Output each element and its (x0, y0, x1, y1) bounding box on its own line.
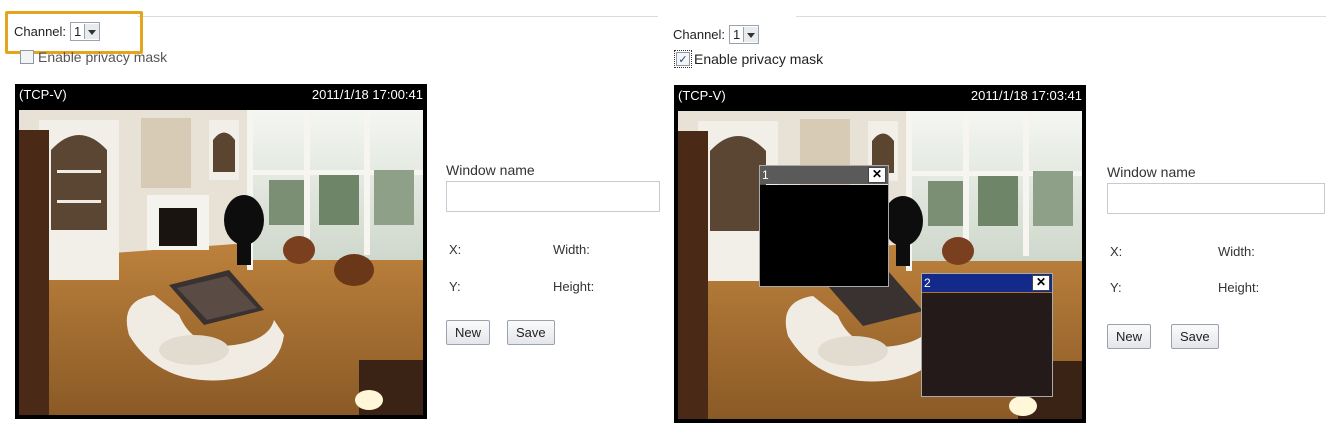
mask-number: 2 (924, 276, 931, 290)
mask-titlebar[interactable]: 2 ✕ (922, 274, 1052, 292)
mask-area[interactable] (760, 185, 888, 286)
stream-label: (TCP-V) (19, 86, 67, 102)
living-room-image (19, 110, 423, 415)
checkmark-icon: ✓ (678, 53, 688, 66)
y-label: Y: (449, 279, 461, 294)
privacy-mask-row: Enable privacy mask (20, 49, 167, 65)
save-button[interactable]: Save (1171, 324, 1219, 349)
camera-image (19, 110, 423, 415)
channel-row: Channel: 1 (14, 22, 101, 41)
privacy-mask-checkbox[interactable] (20, 50, 34, 64)
privacy-mask-window-1[interactable]: 1 ✕ (759, 165, 889, 287)
channel-value: 1 (733, 27, 741, 42)
window-name-input[interactable] (446, 181, 660, 212)
divider-line (796, 16, 1326, 17)
close-icon[interactable]: ✕ (868, 167, 886, 183)
privacy-mask-row: ✓ Enable privacy mask (674, 50, 824, 68)
new-button[interactable]: New (1107, 324, 1152, 349)
height-label: Height: (553, 279, 595, 294)
video-view[interactable]: (TCP-V) 2011/1/18 17:00:41 (15, 84, 427, 419)
privacy-mask-panel-before: Channel: 1 Enable privacy mask (TCP-V) 2… (0, 0, 662, 429)
mask-titlebar[interactable]: 1 ✕ (760, 166, 888, 184)
height-label: Height: (1218, 280, 1260, 295)
x-label: X: (449, 242, 462, 257)
width-label: Width: (1218, 244, 1255, 259)
channel-row: Channel: 1 (673, 25, 760, 44)
window-name-input[interactable] (1107, 183, 1325, 214)
divider-line (138, 16, 658, 17)
channel-select[interactable]: 1 (729, 25, 760, 44)
close-icon[interactable]: ✕ (1032, 275, 1050, 291)
channel-value: 1 (74, 24, 82, 39)
privacy-mask-label: Enable privacy mask (38, 49, 168, 65)
video-header: (TCP-V) 2011/1/18 17:03:41 (674, 85, 1086, 105)
privacy-mask-label: Enable privacy mask (694, 51, 824, 67)
channel-label: Channel: (673, 27, 726, 42)
mask-number: 1 (762, 168, 769, 182)
channel-select[interactable]: 1 (70, 22, 101, 41)
video-view[interactable]: (TCP-V) 2011/1/18 17:03:41 1 ✕ 2 ✕ (674, 85, 1086, 423)
privacy-mask-checkbox[interactable]: ✓ (674, 50, 692, 68)
y-label: Y: (1110, 280, 1122, 295)
chevron-down-icon[interactable] (743, 27, 759, 42)
window-name-label: Window name (1107, 164, 1196, 180)
mask-area[interactable] (922, 293, 1052, 396)
privacy-mask-window-2[interactable]: 2 ✕ (921, 273, 1053, 397)
privacy-mask-panel-after: Channel: 1 ✓ Enable privacy mask (TCP-V)… (662, 0, 1334, 429)
chevron-down-icon[interactable] (84, 24, 100, 39)
video-timestamp: 2011/1/18 17:00:41 (311, 86, 423, 102)
width-label: Width: (553, 242, 590, 257)
video-header: (TCP-V) 2011/1/18 17:00:41 (15, 84, 427, 104)
channel-label: Channel: (14, 24, 67, 39)
video-timestamp: 2011/1/18 17:03:41 (970, 87, 1082, 103)
new-button[interactable]: New (446, 320, 491, 345)
window-name-label: Window name (446, 162, 535, 178)
x-label: X: (1110, 244, 1123, 259)
save-button[interactable]: Save (507, 320, 555, 345)
stream-label: (TCP-V) (678, 87, 726, 103)
